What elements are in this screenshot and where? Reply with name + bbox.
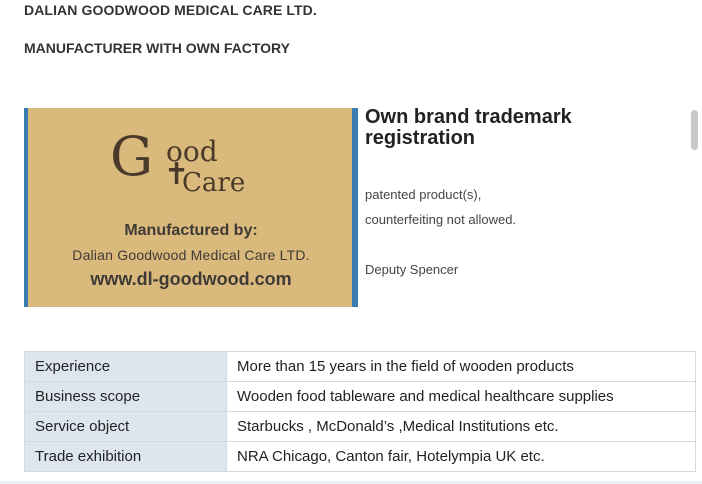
company-tagline: MANUFACTURER WITH OWN FACTORY [24,40,290,56]
info-value-business-scope: Wooden food tableware and medical health… [226,381,696,412]
logo-letter-g: G [110,125,154,188]
logo-text-care: Care [182,168,246,198]
table-row: Trade exhibition NRA Chicago, Canton fai… [24,441,696,472]
info-value-service-object: Starbucks , McDonald’s ,Medical Institut… [226,411,696,442]
info-label-trade-exhibition: Trade exhibition [24,441,227,472]
photo-manufactured-by: Manufactured by: [124,222,258,239]
company-info-table: Experience More than 15 years in the fie… [24,351,696,472]
table-row: Service object Starbucks , McDonald’s ,M… [24,411,696,442]
company-name: DALIAN GOODWOOD MEDICAL CARE LTD. [24,2,317,18]
trademark-description-line-2: counterfeiting not allowed. [365,212,517,227]
info-label-business-scope: Business scope [24,381,227,412]
scrollbar-thumb[interactable] [691,110,698,150]
table-row: Experience More than 15 years in the fie… [24,351,696,382]
trademark-description-line-1: patented product(s), [365,187,482,202]
trademark-product-photo: G ✝ ood Care Manufactured by: Dalian Goo… [24,108,358,307]
trademark-signer: Deputy Spencer [365,262,459,277]
info-label-experience: Experience [24,351,227,382]
logo-text-ood: ood [166,135,218,168]
info-value-experience: More than 15 years in the field of woode… [226,351,696,382]
info-label-service-object: Service object [24,411,227,442]
table-row: Business scope Wooden food tableware and… [24,381,696,412]
photo-website: www.dl-goodwood.com [90,269,292,289]
trademark-title: Own brand trademark registration [365,106,572,149]
info-value-trade-exhibition: NRA Chicago, Canton fair, Hotelympia UK … [226,441,696,472]
photo-maker-name: Dalian Goodwood Medical Care LTD. [72,247,310,263]
